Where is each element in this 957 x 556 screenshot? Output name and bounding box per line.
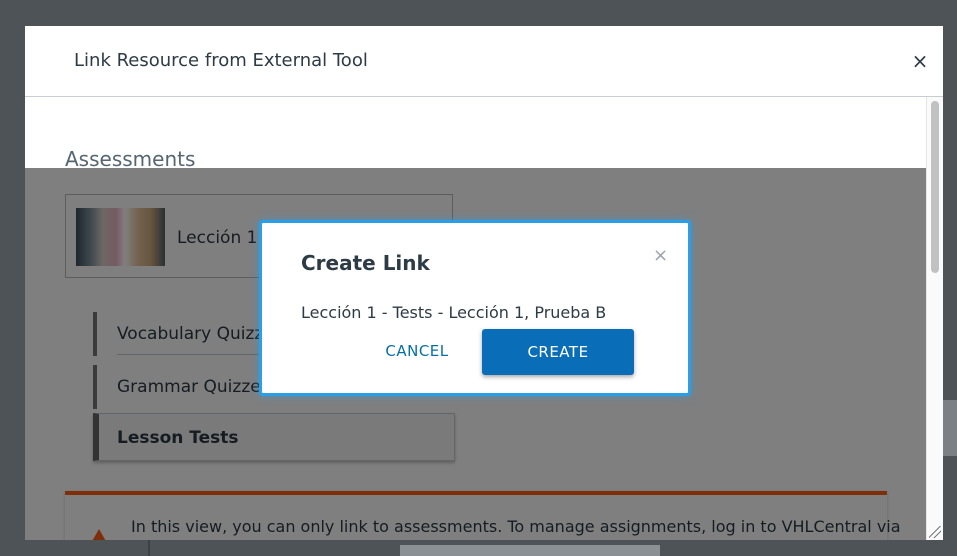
close-icon[interactable]: ×: [653, 245, 668, 266]
create-button[interactable]: CREATE: [482, 329, 634, 375]
create-link-dialog: Create Link × Lección 1 - Tests - Lecció…: [259, 220, 691, 396]
dialog-resource-text: Lección 1 - Tests - Lección 1, Prueba B: [301, 303, 607, 322]
background-page-divider: [148, 540, 150, 556]
background-page-edge: [943, 400, 957, 456]
dialog-title: Create Link: [301, 251, 430, 275]
modal-title: Link Resource from External Tool: [74, 50, 368, 71]
modal-header: Link Resource from External Tool ×: [25, 26, 943, 97]
resize-grip-icon[interactable]: [929, 526, 941, 538]
background-page-element: [400, 545, 660, 556]
close-icon[interactable]: ×: [909, 50, 931, 72]
cancel-button[interactable]: CANCEL: [362, 331, 472, 371]
modal-scrollbar[interactable]: [926, 97, 943, 540]
scrollbar-thumb[interactable]: [931, 101, 939, 273]
